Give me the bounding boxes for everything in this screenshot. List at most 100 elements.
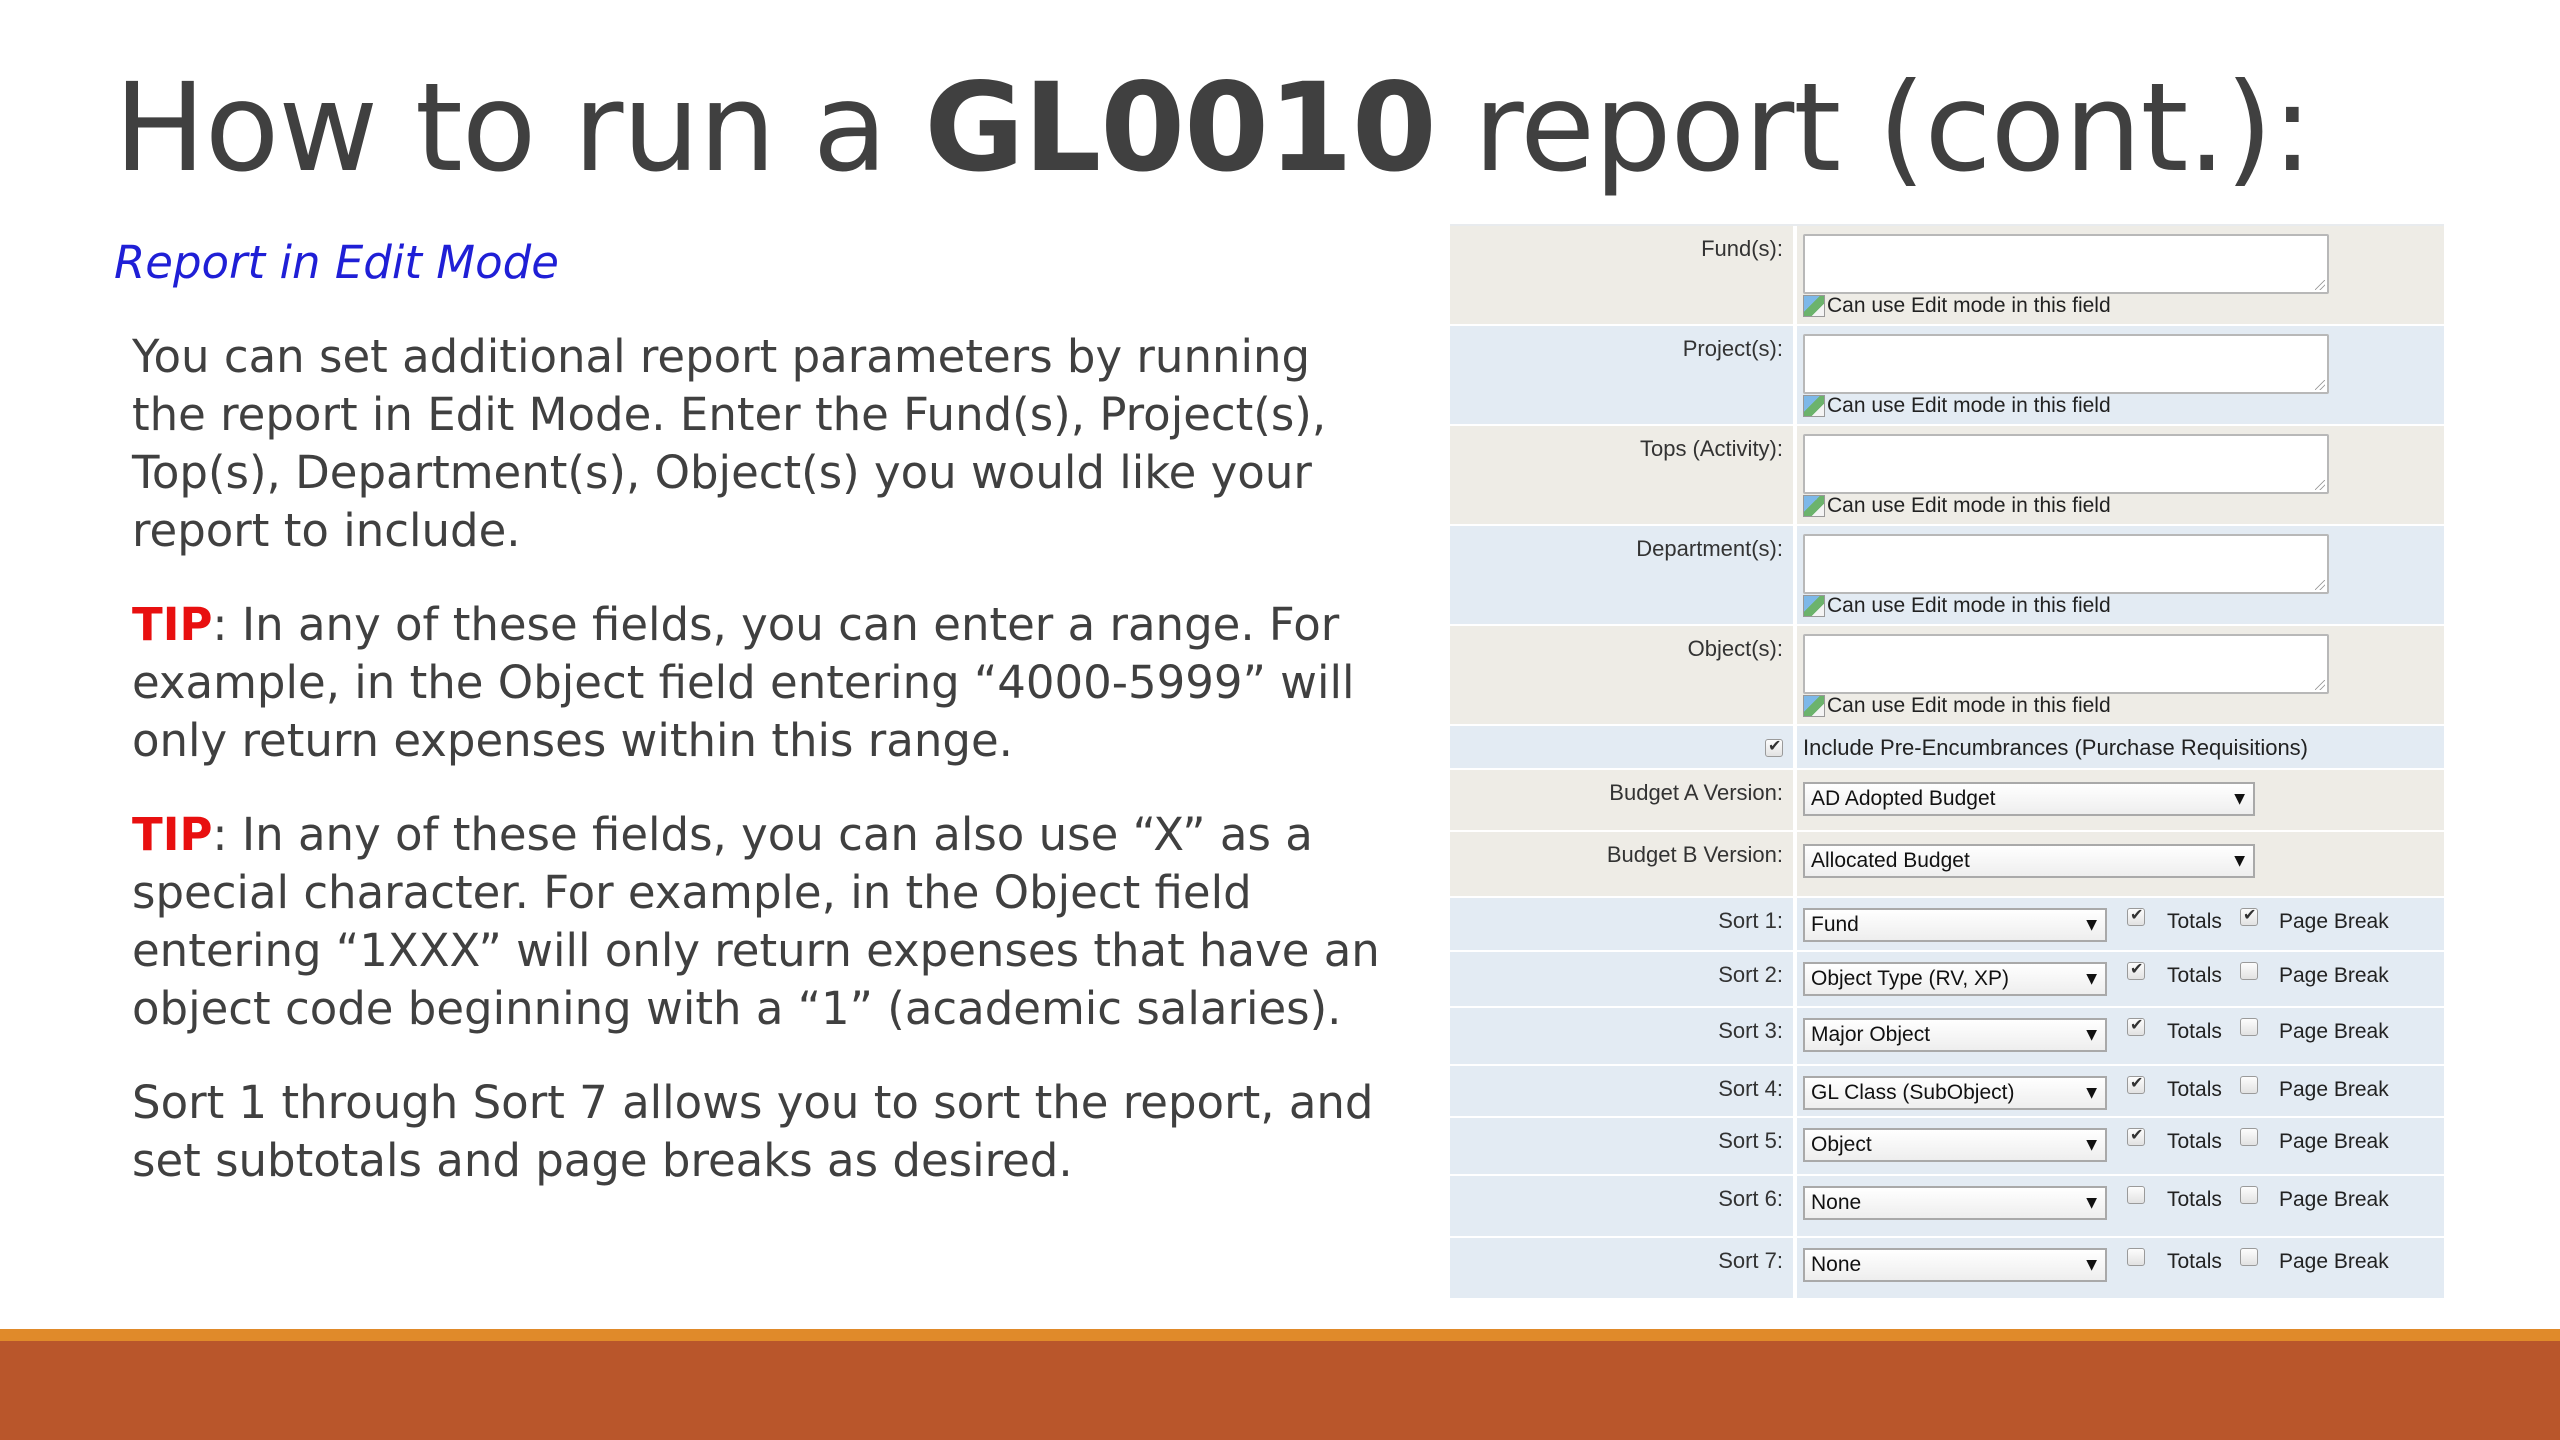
pre-encumbrances-checkbox[interactable]: [1765, 736, 1783, 758]
sort-4-row: Sort 4: GL Class (SubObject)▼ Totals Page B…: [1450, 1066, 2444, 1116]
edit-mode-note: Can use Edit mode in this field: [1803, 494, 2111, 518]
broken-image-icon: [1803, 595, 1825, 617]
sort-2-select[interactable]: Object Type (RV, XP) ▼: [1803, 962, 2107, 996]
edit-mode-note: Can use Edit mode in this field: [1803, 394, 2111, 418]
object-label: Object(s):: [1450, 626, 1793, 724]
sort-2-totals-label: Totals: [2167, 964, 2222, 987]
budget-a-select[interactable]: AD Adopted Budget ▼: [1803, 782, 2255, 816]
dropdown-arrow-icon: ▼: [2086, 1195, 2097, 1211]
edit-mode-note: Can use Edit mode in this field: [1803, 294, 2111, 318]
sort-1-totals-checkbox[interactable]: [2127, 905, 2145, 926]
sort-4-label: Sort 4:: [1450, 1066, 1793, 1116]
sort-4-page-break-label: Page Break: [2279, 1078, 2389, 1101]
sort-3-row: Sort 3: Major Object▼ Totals Page Break: [1450, 1008, 2444, 1064]
project-row: Project(s): Can use Edit mode in this fi…: [1450, 326, 2444, 424]
broken-image-icon: [1803, 395, 1825, 417]
sort-2-totals-checkbox[interactable]: [2127, 959, 2145, 980]
budget-a-label: Budget A Version:: [1450, 770, 1793, 830]
fund-row: Fund(s): Can use Edit mode in this field: [1450, 226, 2444, 324]
budget-a-row: Budget A Version: AD Adopted Budget ▼: [1450, 770, 2444, 830]
tip-range-text: : In any of these fields, you can enter …: [132, 598, 1355, 767]
project-input[interactable]: [1803, 334, 2329, 394]
department-input[interactable]: [1803, 534, 2329, 594]
dropdown-arrow-icon: ▼: [2234, 791, 2245, 807]
title-prefix: How to run a: [114, 57, 925, 199]
project-label: Project(s):: [1450, 326, 1793, 424]
budget-b-select[interactable]: Allocated Budget ▼: [1803, 844, 2255, 878]
paragraph-edit-mode: You can set additional report parameters…: [132, 330, 1327, 557]
sort-4-page-break-checkbox[interactable]: [2240, 1076, 2258, 1094]
pre-encumbrances-row: Include Pre-Encumbrances (Purchase Requi…: [1450, 726, 2444, 768]
sort-6-page-break-label: Page Break: [2279, 1188, 2389, 1211]
department-row: Department(s): Can use Edit mode in this…: [1450, 526, 2444, 624]
sort-2-page-break-label: Page Break: [2279, 964, 2389, 987]
sort-4-select[interactable]: GL Class (SubObject) ▼: [1803, 1076, 2107, 1110]
sort-7-page-break-checkbox[interactable]: [2240, 1248, 2258, 1266]
sort-4-totals-label: Totals: [2167, 1078, 2222, 1101]
sort-5-row: Sort 5: Object▼ Totals Page Break: [1450, 1118, 2444, 1174]
dropdown-arrow-icon: ▼: [2086, 917, 2097, 933]
footer-bar: [0, 1341, 2560, 1440]
sort-7-totals-checkbox[interactable]: [2127, 1248, 2145, 1266]
sort-7-label: Sort 7:: [1450, 1238, 1793, 1298]
broken-image-icon: [1803, 295, 1825, 317]
sort-5-label: Sort 5:: [1450, 1118, 1793, 1174]
sort-3-label: Sort 3:: [1450, 1008, 1793, 1064]
sort-6-row: Sort 6: None ▼ Totals Page Break: [1450, 1176, 2444, 1236]
footer-accent-line: [0, 1329, 2560, 1341]
sort-6-label: Sort 6:: [1450, 1176, 1793, 1236]
report-parameters-form: Fund(s): Can use Edit mode in this field…: [1450, 224, 2444, 1298]
sort-5-totals-checkbox[interactable]: [2127, 1125, 2145, 1146]
sort-5-totals-label: Totals: [2167, 1130, 2222, 1153]
department-label: Department(s):: [1450, 526, 1793, 624]
sort-1-select[interactable]: Fund ▼: [1803, 908, 2107, 942]
title-report-code: GL0010: [924, 57, 1436, 199]
sort-1-totals-label: Totals: [2167, 910, 2222, 933]
sort-2-row: Sort 2: Object Type (RV, XP)▼ Totals Page B…: [1450, 952, 2444, 1006]
tops-label: Tops (Activity):: [1450, 426, 1793, 524]
dropdown-arrow-icon: ▼: [2086, 1257, 2097, 1273]
sort-6-totals-label: Totals: [2167, 1188, 2222, 1211]
slide-title: How to run a GL0010 report (cont.):: [114, 52, 2313, 205]
dropdown-arrow-icon: ▼: [2086, 1137, 2097, 1153]
sort-3-page-break-checkbox[interactable]: [2240, 1018, 2258, 1036]
paragraph-tip-wildcard: TIP: In any of these fields, you can als…: [132, 806, 1382, 1038]
dropdown-arrow-icon: ▼: [2086, 971, 2097, 987]
sort-6-select[interactable]: None ▼: [1803, 1186, 2107, 1220]
pre-encumbrances-label: Include Pre-Encumbrances (Purchase Requi…: [1803, 735, 2309, 760]
sort-1-page-break-label: Page Break: [2279, 910, 2389, 933]
sort-1-page-break-checkbox[interactable]: [2240, 905, 2258, 926]
sort-2-page-break-checkbox[interactable]: [2240, 962, 2258, 980]
tops-input[interactable]: [1803, 434, 2329, 494]
tip-wildcard-text: : In any of these fields, you can also u…: [132, 808, 1380, 1035]
sort-7-select[interactable]: None ▼: [1803, 1248, 2107, 1282]
tip-label: TIP: [132, 598, 213, 651]
fund-label: Fund(s):: [1450, 226, 1793, 324]
sort-6-totals-checkbox[interactable]: [2127, 1186, 2145, 1204]
sort-1-label: Sort 1:: [1450, 898, 1793, 950]
sort-2-label: Sort 2:: [1450, 952, 1793, 1006]
sort-5-select[interactable]: Object ▼: [1803, 1128, 2107, 1162]
sort-7-totals-label: Totals: [2167, 1250, 2222, 1273]
budget-b-label: Budget B Version:: [1450, 832, 1793, 896]
sort-4-totals-checkbox[interactable]: [2127, 1073, 2145, 1094]
object-input[interactable]: [1803, 634, 2329, 694]
edit-mode-note: Can use Edit mode in this field: [1803, 594, 2111, 618]
sort-5-page-break-label: Page Break: [2279, 1130, 2389, 1153]
sort-5-page-break-checkbox[interactable]: [2240, 1128, 2258, 1146]
title-suffix: report (cont.):: [1435, 57, 2313, 199]
tops-row: Tops (Activity): Can use Edit mode in th…: [1450, 426, 2444, 524]
broken-image-icon: [1803, 495, 1825, 517]
fund-input[interactable]: [1803, 234, 2329, 294]
paragraph-sorts: Sort 1 through Sort 7 allows you to sort…: [132, 1076, 1374, 1187]
dropdown-arrow-icon: ▼: [2086, 1027, 2097, 1043]
object-row: Object(s): Can use Edit mode in this fie…: [1450, 626, 2444, 724]
budget-b-row: Budget B Version: Allocated Budget ▼: [1450, 832, 2444, 896]
sort-7-row: Sort 7: None ▼ Totals Page Break: [1450, 1238, 2444, 1298]
slide-body: You can set additional report parameters…: [132, 328, 1382, 1226]
sort-6-page-break-checkbox[interactable]: [2240, 1186, 2258, 1204]
dropdown-arrow-icon: ▼: [2086, 1085, 2097, 1101]
sort-3-select[interactable]: Major Object ▼: [1803, 1018, 2107, 1052]
slide-subtitle: Report in Edit Mode: [114, 236, 559, 289]
sort-3-totals-checkbox[interactable]: [2127, 1015, 2145, 1036]
